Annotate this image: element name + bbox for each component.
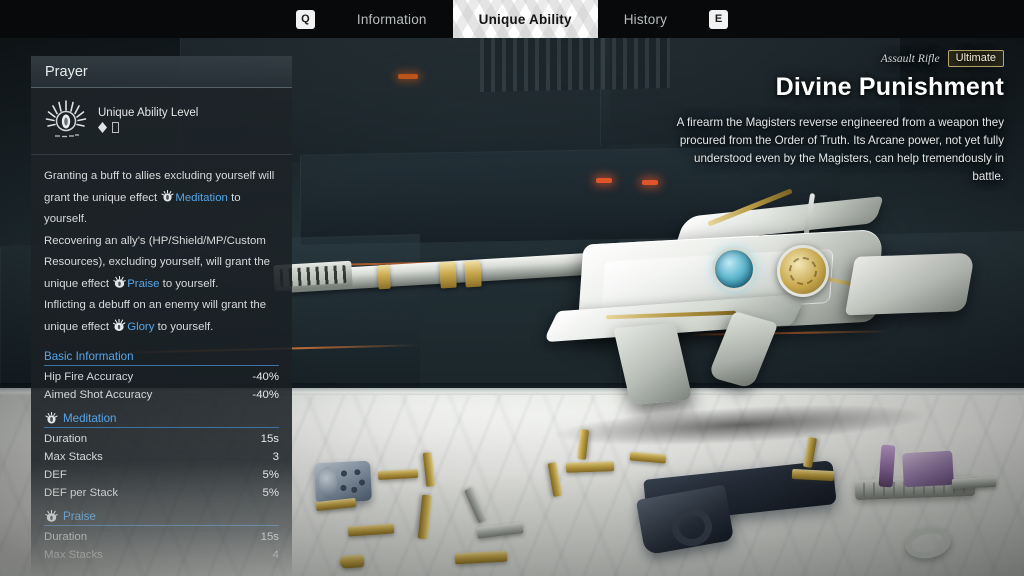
glory-icon: [113, 318, 126, 331]
weapon-shadow: [549, 397, 931, 453]
description-line-3: Inflicting a debuff on an enemy will gra…: [44, 295, 279, 338]
effect-meditation[interactable]: Meditation: [160, 189, 228, 204]
section-title: Meditation: [63, 412, 117, 425]
stat-value: -40%: [252, 371, 279, 383]
panel-title: Prayer: [45, 63, 88, 80]
section-header-praise: Praise: [44, 510, 279, 526]
revolver-cylinder-prop: [313, 460, 373, 504]
stat-value: -40%: [252, 389, 279, 401]
panel-body: Unique Ability Level Granting a buff to …: [31, 88, 292, 576]
stat-row: Max Stacks 4: [31, 546, 292, 564]
weapon-type-row: Assault Rifle Ultimate: [674, 50, 1004, 67]
tab-information[interactable]: Information: [331, 0, 453, 38]
unique-ability-panel: Prayer Unique Ability Level Granting a b…: [31, 56, 292, 576]
meditation-icon: [161, 189, 174, 202]
stat-row: Duration 15s: [31, 528, 292, 546]
ability-description: Granting a buff to allies excluding your…: [31, 155, 292, 342]
stat-label: DEF per Stack: [44, 487, 119, 499]
stat-label: Duration: [44, 531, 88, 543]
game-screen: Q Information Unique Ability History E P…: [0, 0, 1024, 576]
stat-label: Hip Fire Accuracy: [44, 371, 134, 383]
stat-label: Duration: [44, 433, 88, 445]
effect-label: Praise: [127, 277, 160, 290]
ability-summary-row: Unique Ability Level: [31, 88, 292, 155]
indicator-light: [596, 178, 612, 183]
bullet-casing: [791, 468, 835, 482]
ability-level-value: [98, 122, 198, 133]
section-title: Basic Information: [44, 350, 134, 363]
rarity-badge: Ultimate: [947, 50, 1004, 67]
stat-label: DEF: [44, 469, 67, 481]
effect-praise[interactable]: Praise: [112, 275, 160, 290]
effect-label: Meditation: [175, 191, 228, 204]
desc-text: to yourself.: [162, 277, 219, 290]
stat-value: 5%: [262, 487, 279, 499]
cylinder-chambers: [338, 465, 367, 498]
weapon-info-block: Assault Rifle Ultimate Divine Punishment…: [674, 50, 1004, 186]
weapon-model: [250, 185, 976, 453]
bullet-casing: [339, 554, 365, 569]
stat-value: 15s: [260, 531, 279, 543]
weapon-magazine: [613, 322, 693, 406]
panel-header: Prayer: [31, 56, 292, 88]
indicator-light: [398, 74, 418, 79]
stat-value: 15s: [260, 433, 279, 445]
stat-value: 5%: [262, 469, 279, 481]
weapon-stock: [844, 252, 976, 316]
stat-label: Max Stacks: [44, 451, 103, 463]
meditation-icon: [45, 412, 58, 424]
praise-icon: [45, 510, 58, 522]
bullet-casing: [565, 461, 615, 473]
section-title: Praise: [63, 510, 96, 523]
missing-glyph-box: [112, 122, 119, 133]
stat-value: 4: [272, 549, 279, 561]
stat-row: DEF per Stack 5%: [31, 484, 292, 502]
effect-label: Glory: [127, 320, 155, 333]
diamond-glyph-icon: [98, 122, 107, 133]
weapon-type-label: Assault Rifle: [880, 52, 940, 65]
stat-row: Aimed Shot Accuracy -40%: [31, 386, 292, 404]
section-header-meditation: Meditation: [44, 412, 279, 428]
desc-text: to yourself.: [157, 320, 214, 333]
weapon-gold-ring: [464, 260, 482, 288]
ability-meta: Unique Ability Level: [98, 107, 198, 133]
violet-tube-prop: [878, 444, 896, 488]
stat-row: Max Stacks 3: [31, 448, 292, 466]
key-hint-q[interactable]: Q: [295, 9, 315, 29]
description-line-2: Recovering an ally's (HP/Shield/MP/Custo…: [44, 231, 279, 296]
praise-icon: [113, 275, 126, 288]
tab-history[interactable]: History: [598, 0, 693, 38]
section-header-basic-information: Basic Information: [44, 350, 279, 366]
effect-glory[interactable]: Glory: [112, 318, 155, 333]
stat-row: DEF 5%: [31, 466, 292, 484]
violet-box-prop: [902, 450, 954, 488]
radiant-prayer-icon: [44, 98, 88, 142]
stat-row: Duration 15s: [31, 430, 292, 448]
tab-bar: Q Information Unique Ability History E: [0, 0, 1024, 38]
weapon-scope-lens: [712, 247, 756, 291]
weapon-description: A firearm the Magisters reverse engineer…: [676, 116, 1004, 183]
stat-label: Aimed Shot Accuracy: [44, 389, 153, 401]
description-line-1: Granting a buff to allies excluding your…: [44, 166, 279, 231]
ability-level-label: Unique Ability Level: [98, 107, 199, 119]
weapon-gold-ring: [439, 261, 457, 289]
stat-value: 3: [272, 451, 279, 463]
stat-row: Hip Fire Accuracy -40%: [31, 368, 292, 386]
tab-unique-ability[interactable]: Unique Ability: [453, 0, 598, 38]
weapon-arcane-dial: [777, 245, 829, 297]
weapon-gold-ring: [377, 264, 391, 290]
stat-label: Max Stacks: [44, 549, 103, 561]
weapon-name: Divine Punishment: [775, 73, 1004, 101]
key-hint-e[interactable]: E: [709, 9, 729, 29]
desc-text: Inflicting a debuff on an enemy will gra…: [44, 299, 267, 333]
